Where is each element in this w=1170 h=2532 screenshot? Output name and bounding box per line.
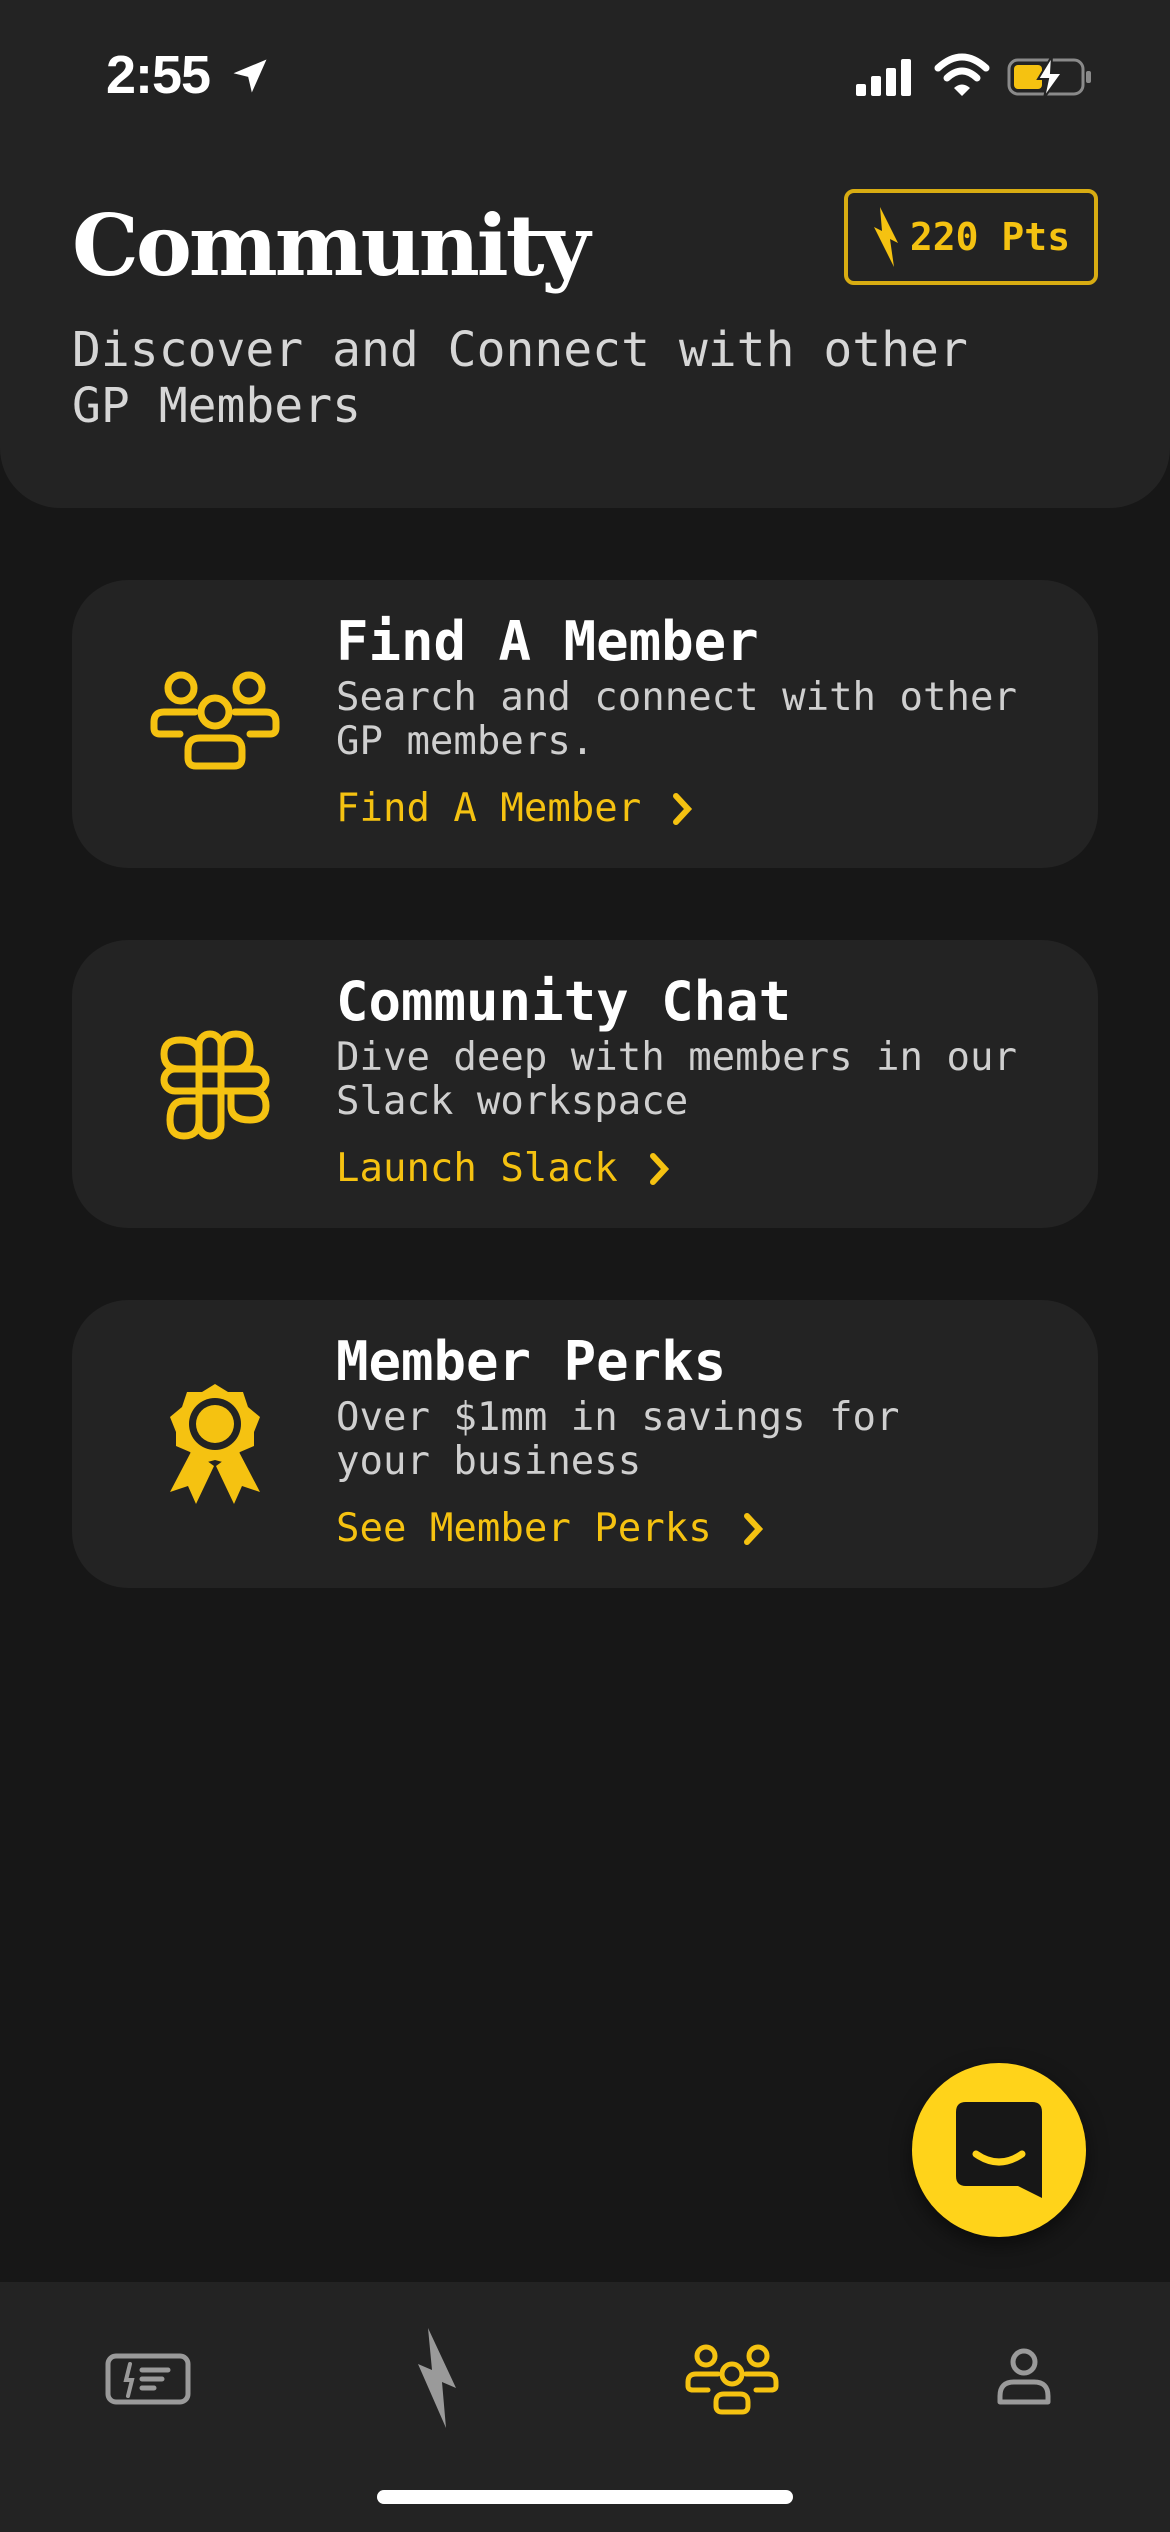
- slack-icon: [160, 1030, 270, 1140]
- points-badge[interactable]: 220 Pts: [844, 189, 1098, 285]
- membership-card-icon: [105, 2353, 191, 2405]
- points-value: 220 Pts: [909, 215, 1071, 259]
- card-description: Dive deep with members in our Slack work…: [336, 1035, 1017, 1124]
- status-time: 2:55: [106, 45, 211, 105]
- award-ribbon-icon: [170, 1384, 260, 1504]
- profile-icon: [997, 2348, 1051, 2405]
- card-title: Member Perks: [336, 1330, 727, 1393]
- launch-slack-link[interactable]: Launch Slack: [336, 1146, 670, 1191]
- card-title: Find A Member: [336, 610, 759, 673]
- page-title: Community: [72, 196, 590, 295]
- chevron-right-icon: [673, 792, 693, 825]
- community-users-icon: [685, 2344, 779, 2415]
- chevron-right-icon: [649, 1152, 669, 1185]
- page-subtitle: Discover and Connect with other GP Membe…: [72, 322, 968, 434]
- link-label: Find A Member: [336, 786, 642, 831]
- card-description: Over $1mm in savings for your business: [336, 1395, 900, 1484]
- tab-profile[interactable]: [964, 2318, 1084, 2438]
- cellular-signal-icon: [856, 59, 911, 96]
- lightning-bolt-icon: [418, 2328, 456, 2428]
- home-indicator[interactable]: [377, 2490, 793, 2504]
- tab-community[interactable]: [672, 2318, 792, 2438]
- location-arrow-icon: [233, 59, 267, 93]
- card-find-member[interactable]: Find A Member Search and connect with ot…: [72, 580, 1098, 868]
- card-title: Community Chat: [336, 970, 792, 1033]
- header: 2:55 Community 220 Pts Discover and Conn…: [0, 0, 1170, 508]
- battery-charging-icon: [1007, 55, 1091, 99]
- users-group-icon: [150, 671, 280, 770]
- link-label: See Member Perks: [336, 1506, 712, 1551]
- find-member-link[interactable]: Find A Member: [336, 786, 693, 831]
- wifi-icon: [934, 53, 990, 96]
- lightning-bolt-icon: [873, 207, 898, 267]
- link-label: Launch Slack: [336, 1146, 618, 1191]
- card-description: Search and connect with other GP members…: [336, 675, 1017, 764]
- status-bar: 2:55: [0, 0, 1170, 150]
- member-perks-link[interactable]: See Member Perks: [336, 1506, 764, 1551]
- tab-lightning[interactable]: [378, 2318, 498, 2438]
- card-community-chat[interactable]: Community Chat Dive deep with members in…: [72, 940, 1098, 1228]
- card-member-perks[interactable]: Member Perks Over $1mm in savings for yo…: [72, 1300, 1098, 1588]
- chat-bubble-icon: [956, 2102, 1042, 2198]
- chevron-right-icon: [743, 1512, 763, 1545]
- tab-membership-card[interactable]: [88, 2318, 208, 2438]
- chat-fab-button[interactable]: [912, 2063, 1086, 2237]
